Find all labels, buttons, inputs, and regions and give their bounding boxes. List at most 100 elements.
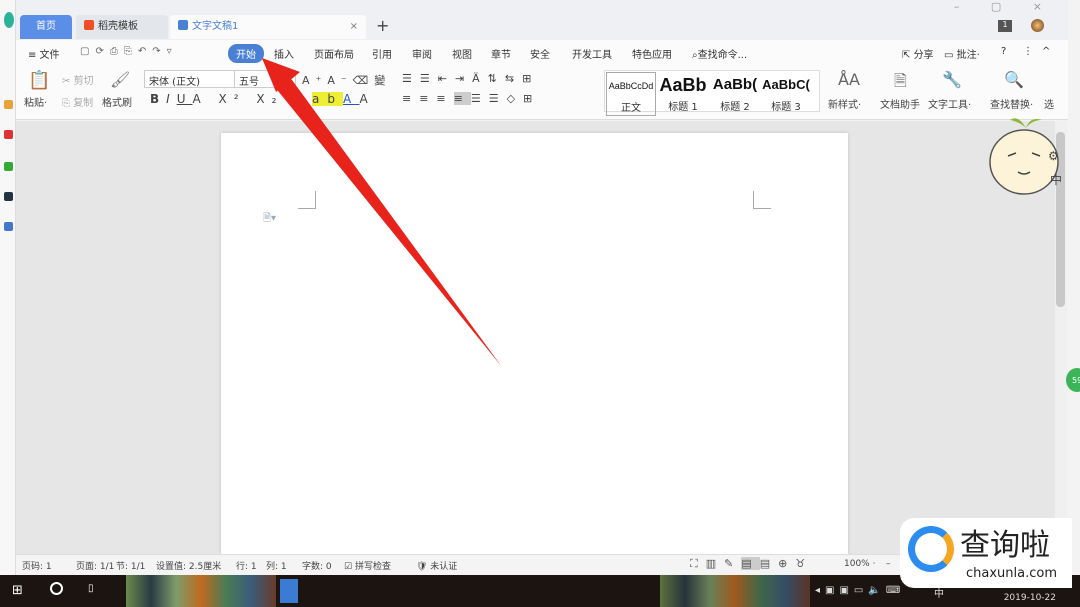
watermark-logo: 查询啦 chaxunla.com (900, 518, 1072, 588)
quick-access-toolbar[interactable]: ▢⟳⎙⎘↶↷▿ (80, 46, 178, 57)
close-tab-icon[interactable]: × (350, 15, 358, 39)
tab-label: 文字文稿1 (192, 21, 239, 32)
badge-icon[interactable]: 1 (998, 20, 1012, 32)
app-icon[interactable] (4, 12, 14, 28)
app-icon[interactable] (4, 192, 13, 201)
comment-button[interactable]: ▭ 批注· (944, 46, 980, 61)
style-heading-1[interactable]: AaBb 标题 1 (658, 72, 708, 116)
command-search[interactable]: ⌕查找命令... (692, 46, 747, 61)
browser-left-strip (0, 0, 16, 575)
style-heading-2[interactable]: AaBb( 标题 2 (710, 72, 760, 116)
help-button[interactable]: ? (1001, 46, 1006, 57)
tab-page-layout[interactable]: 页面布局 (314, 46, 354, 61)
tab-bar: 首页 稻壳模板 文字文稿1 × + – ▢ × 1 (16, 0, 1068, 40)
style-heading-3[interactable]: AaBbC(标题 3 (760, 72, 812, 116)
tab-references[interactable]: 引用 (372, 46, 392, 61)
blurred-taskbar-apps (126, 575, 276, 607)
tab-special-apps[interactable]: 特色应用 (632, 46, 672, 61)
row: 行: 1 (236, 562, 257, 572)
spell-check-button[interactable]: ☑ 拼写检查 (344, 559, 391, 572)
share-icon: ⇱ (902, 50, 914, 61)
new-style-button[interactable]: 新样式· (828, 96, 861, 111)
clock-date[interactable]: 2019-10-22 (1004, 593, 1056, 603)
tab-template[interactable]: 稻壳模板 (76, 15, 168, 39)
tab-insert[interactable]: 插入 (274, 46, 294, 61)
paste-button[interactable]: 粘贴· (24, 94, 47, 109)
page-code: 页码: 1 (22, 562, 52, 572)
tab-review[interactable]: 审阅 (412, 46, 432, 61)
auth-label: 未认证 (430, 562, 458, 572)
assistant-mascot-icon[interactable]: ⚙中 (988, 110, 1066, 196)
align-buttons[interactable]: ≡≡≡≡☰☰◇⊞ (402, 92, 540, 105)
style-preview: AaBb( (712, 76, 758, 93)
scissors-icon: ✂ (62, 76, 74, 87)
paragraph-icon[interactable]: 🗎▾ (263, 211, 276, 228)
tab-view[interactable]: 视图 (452, 46, 472, 61)
style-normal[interactable]: AaBbCcDd 正文 (606, 72, 656, 116)
style-name: 正文 (621, 103, 641, 114)
system-tray[interactable]: ◂▣▣▭🔈⌨ (815, 585, 905, 596)
spell-label: 拼写检查 (354, 562, 391, 572)
new-tab-button[interactable]: + (376, 16, 389, 35)
auth-status[interactable]: 🛡 未认证 (416, 559, 457, 572)
wps-taskbar-icon[interactable] (280, 579, 298, 603)
style-name: 标题 3 (771, 102, 801, 113)
cut-label: 剪切 (73, 76, 94, 87)
task-view-icon[interactable]: ▯ (88, 583, 94, 594)
tab-start[interactable]: 开始 (228, 44, 264, 63)
more-button[interactable]: ⋮ (1023, 46, 1033, 57)
watermark-url: chaxunla.com (966, 566, 1057, 581)
word-count[interactable]: 字数: 0 (302, 559, 332, 572)
tab-label: 稻壳模板 (98, 21, 138, 32)
comment-icon: ▭ (944, 50, 957, 61)
magnifier-icon: 🔍 (1004, 70, 1024, 89)
app-icon[interactable] (4, 130, 13, 139)
svg-text:⚙: ⚙ (1048, 149, 1059, 163)
document-page[interactable]: 🗎▾ (221, 133, 848, 554)
zoom-level[interactable]: 100% · (844, 559, 875, 569)
new-style-icon: ÅA (838, 70, 860, 89)
share-button[interactable]: ⇱ 分享 (902, 46, 934, 61)
search-circle-icon[interactable] (50, 582, 63, 595)
paste-icon[interactable]: 📋 (28, 70, 50, 91)
check-icon: ☑ (344, 562, 355, 572)
doc-assistant-button[interactable]: 文档助手 (880, 96, 920, 111)
view-mode-buttons[interactable]: ⛶▥✎▤▤⊕♉ (690, 557, 813, 571)
blurred-taskbar-apps (660, 575, 810, 607)
copy-label: 复制 (73, 98, 94, 109)
avatar[interactable] (1031, 19, 1044, 32)
font-size-controls[interactable]: A⁺A⁻⌫變 (302, 72, 391, 88)
font-size-select[interactable]: 五号 (234, 70, 296, 88)
style-name: 标题 2 (720, 102, 750, 113)
watermark-name: 查询啦 (960, 528, 1050, 563)
file-menu[interactable]: ≡ 文件 (28, 46, 60, 61)
shield-icon: 🛡 (416, 562, 431, 572)
text-tools-button[interactable]: 文字工具· (928, 96, 971, 111)
zoom-out-button[interactable]: – (886, 559, 891, 569)
collapse-ribbon-button[interactable]: ^ (1042, 46, 1050, 57)
cut-button[interactable]: ✂ 剪切 (62, 72, 94, 87)
tab-document[interactable]: 文字文稿1 × (170, 15, 366, 39)
font-format-buttons[interactable]: BIUA X² X₂ (150, 92, 283, 106)
windows-start-icon[interactable]: ⊞ (12, 583, 23, 598)
tab-home[interactable]: 首页 (20, 15, 72, 39)
style-preview: AaBbCcDd (608, 81, 654, 91)
copy-button[interactable]: ⎘ 复制 (62, 94, 93, 109)
margin-mark (753, 191, 771, 209)
comment-label: 批注· (956, 50, 980, 61)
search-placeholder: 查找命令... (697, 50, 748, 61)
list-buttons[interactable]: ☰☰⇤⇥Ä⇅⇆⊞ (402, 72, 539, 85)
format-painter-button[interactable]: 格式刷 (102, 94, 132, 109)
find-replace-button[interactable]: 查找替换· (990, 96, 1033, 111)
tab-developer[interactable]: 开发工具 (572, 46, 612, 61)
window-controls[interactable]: – ▢ × (954, 0, 1056, 13)
tab-security[interactable]: 安全 (530, 46, 550, 61)
tab-chapter[interactable]: 章节 (491, 46, 511, 61)
color-buttons[interactable]: abAA (312, 92, 376, 106)
star-icon[interactable] (4, 100, 13, 109)
word-doc-icon (178, 20, 188, 30)
app-icon[interactable] (4, 162, 13, 171)
app-icon[interactable] (4, 222, 13, 231)
side-badge[interactable]: 59 (1066, 368, 1080, 392)
select-button[interactable]: 选 (1044, 96, 1054, 111)
